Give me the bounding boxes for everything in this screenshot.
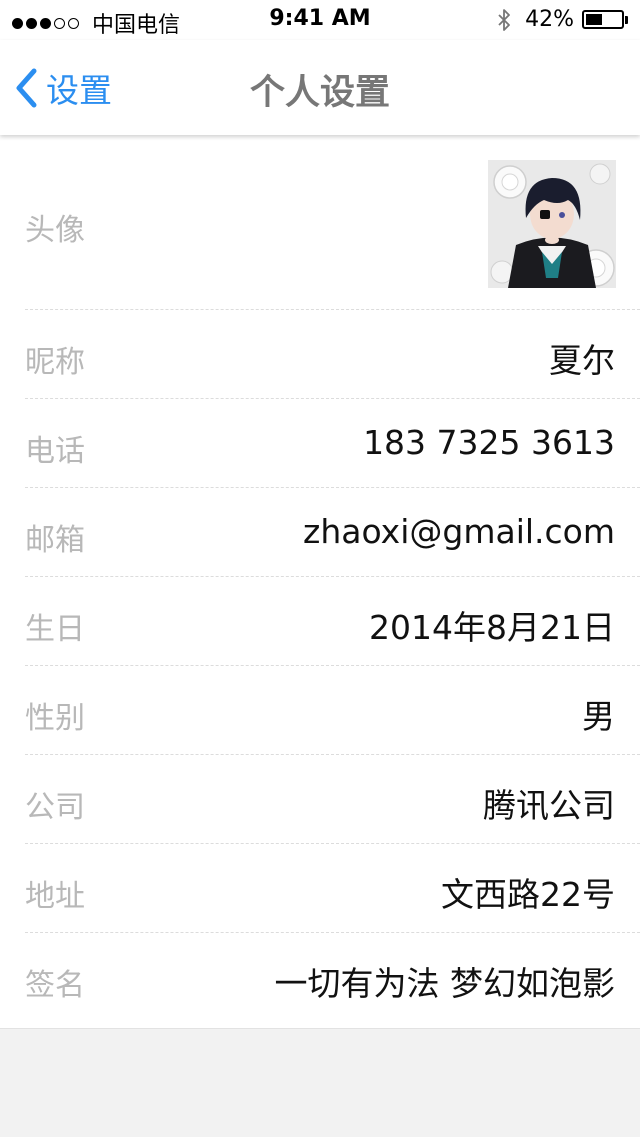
address-value: 文西路22号 bbox=[441, 875, 615, 914]
nickname-label: 昵称 bbox=[25, 345, 85, 380]
address-label: 地址 bbox=[25, 879, 85, 914]
signature-value: 一切有为法 梦幻如泡影 bbox=[274, 964, 616, 1003]
avatar-row[interactable]: 头像 bbox=[0, 135, 640, 310]
phone-value: 183 7325 3613 bbox=[363, 423, 615, 462]
email-value: zhaoxi@gmail.com bbox=[303, 512, 615, 551]
battery-fill bbox=[586, 14, 602, 25]
avatar-row-label: 头像 bbox=[25, 213, 85, 248]
nickname-row[interactable]: 昵称 夏尔 bbox=[0, 310, 640, 399]
email-label: 邮箱 bbox=[25, 523, 85, 558]
nickname-value: 夏尔 bbox=[549, 341, 615, 380]
company-row[interactable]: 公司 腾讯公司 bbox=[0, 755, 640, 844]
company-label: 公司 bbox=[25, 790, 85, 825]
gender-row[interactable]: 性别 男 bbox=[0, 666, 640, 755]
status-bar: 中国电信 9:41 AM 42% bbox=[0, 0, 640, 40]
battery-percent: 42% bbox=[525, 7, 574, 32]
phone-row[interactable]: 电话 183 7325 3613 bbox=[0, 399, 640, 488]
signature-label: 签名 bbox=[25, 968, 85, 1003]
signature-row[interactable]: 签名 一切有为法 梦幻如泡影 bbox=[0, 933, 640, 1022]
gender-value: 男 bbox=[582, 697, 615, 736]
page-title: 个人设置 bbox=[249, 73, 390, 113]
gender-label: 性别 bbox=[25, 701, 85, 736]
battery-icon bbox=[582, 10, 624, 29]
avatar[interactable] bbox=[488, 160, 616, 288]
address-row[interactable]: 地址 文西路22号 bbox=[0, 844, 640, 933]
birthday-value: 2014年8月21日 bbox=[369, 608, 615, 647]
navigation-bar: 设置 个人设置 bbox=[0, 40, 640, 135]
email-row[interactable]: 邮箱 zhaoxi@gmail.com bbox=[0, 488, 640, 577]
empty-background-area bbox=[0, 1028, 640, 1137]
company-value: 腾讯公司 bbox=[483, 786, 615, 825]
bluetooth-icon bbox=[497, 8, 511, 32]
phone-label: 电话 bbox=[25, 434, 85, 469]
profile-settings-list: 头像 昵称 夏尔 电话 183 7325 3613 邮箱 zhaoxi@gmai… bbox=[0, 135, 640, 1028]
birthday-label: 生日 bbox=[25, 612, 85, 647]
birthday-row[interactable]: 生日 2014年8月21日 bbox=[0, 577, 640, 666]
status-right: 42% bbox=[497, 7, 628, 32]
battery-tip bbox=[625, 15, 628, 24]
